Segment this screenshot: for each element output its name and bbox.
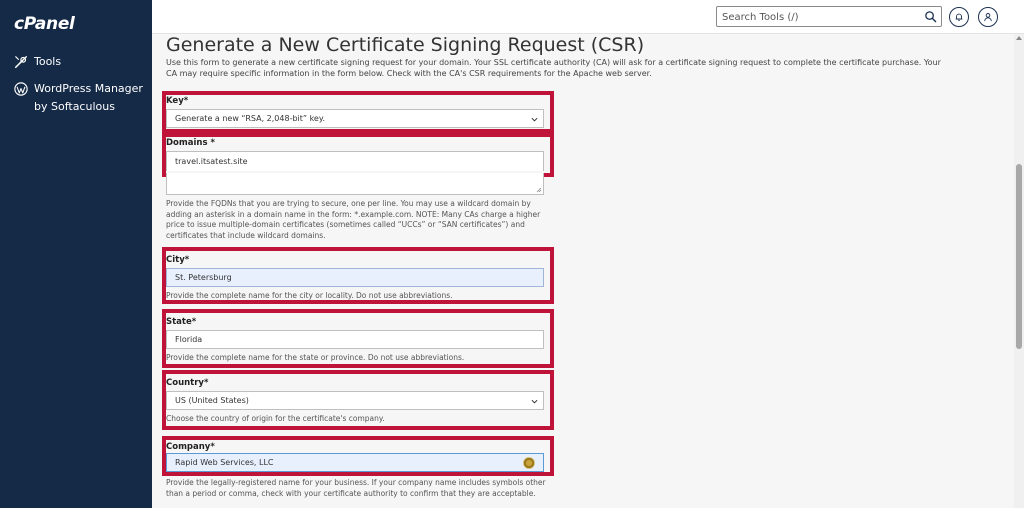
city-help-text: Provide the complete name for the city o… (166, 291, 453, 300)
company-value: Rapid Web Services, LLC (175, 458, 274, 467)
sidebar-item-tools[interactable]: Tools (14, 53, 61, 71)
key-label: Key* (166, 96, 189, 106)
page-scrollbar[interactable] (1014, 34, 1024, 508)
company-help-text: Provide the legally-registered name for … (166, 478, 546, 498)
country-help-text: Choose the country of origin for the cer… (166, 414, 385, 423)
country-select-value: US (United States) (175, 396, 249, 405)
bell-icon (955, 13, 963, 21)
country-select[interactable]: US (United States) (166, 391, 544, 410)
wordpress-icon (14, 82, 28, 96)
key-select-value: Generate a new “RSA, 2,048-bit” key. (175, 114, 325, 123)
domains-help-text: Provide the FQDNs that you are trying to… (166, 199, 541, 240)
page-intro: Use this form to generate a new certific… (166, 58, 941, 78)
tools-icon (14, 56, 27, 69)
search-input[interactable] (722, 10, 917, 24)
city-input[interactable]: St. Petersburg (166, 268, 544, 287)
user-menu-button[interactable] (978, 7, 998, 27)
search-box[interactable] (716, 6, 942, 27)
state-help-text: Provide the complete name for the state … (166, 353, 465, 362)
domains-value: travel.itsatest.site (175, 157, 248, 166)
domains-label: Domains * (166, 138, 215, 148)
state-value: Florida (175, 335, 203, 344)
scroll-thumb[interactable] (1016, 164, 1022, 349)
city-label: City* (166, 255, 190, 265)
key-select[interactable]: Generate a new “RSA, 2,048-bit” key. (166, 109, 544, 128)
notifications-button[interactable] (949, 7, 969, 27)
sidebar-item-label: WordPress Manager by Softaculous (34, 82, 143, 113)
top-header (152, 0, 1024, 34)
country-label: Country* (166, 378, 209, 388)
domains-textarea[interactable]: travel.itsatest.site (166, 151, 544, 171)
sidebar-item-wordpress-manager[interactable]: WordPress Manager by Softaculous (14, 80, 144, 116)
state-label: State* (166, 317, 197, 327)
city-value: St. Petersburg (175, 273, 232, 282)
main-content: Generate a New Certificate Signing Reque… (152, 34, 1014, 508)
state-input[interactable]: Florida (166, 330, 544, 349)
domains-textarea-area[interactable] (166, 173, 544, 195)
sidebar-item-label: Tools (34, 55, 62, 68)
search-icon[interactable] (924, 10, 937, 23)
autofill-icon[interactable] (523, 457, 535, 469)
company-label: Company* (166, 442, 215, 452)
page-title: Generate a New Certificate Signing Reque… (166, 34, 645, 56)
user-icon (984, 13, 992, 22)
chevron-down-icon (531, 117, 538, 122)
resize-grip-icon[interactable] (536, 187, 542, 193)
scroll-up-arrow-icon[interactable] (1016, 36, 1022, 40)
company-input[interactable]: Rapid Web Services, LLC (166, 453, 544, 472)
sidebar: cPanel Tools WordPress Manager by Softac… (0, 0, 152, 508)
cpanel-logo[interactable]: cPanel (14, 14, 75, 34)
chevron-down-icon (531, 399, 538, 404)
